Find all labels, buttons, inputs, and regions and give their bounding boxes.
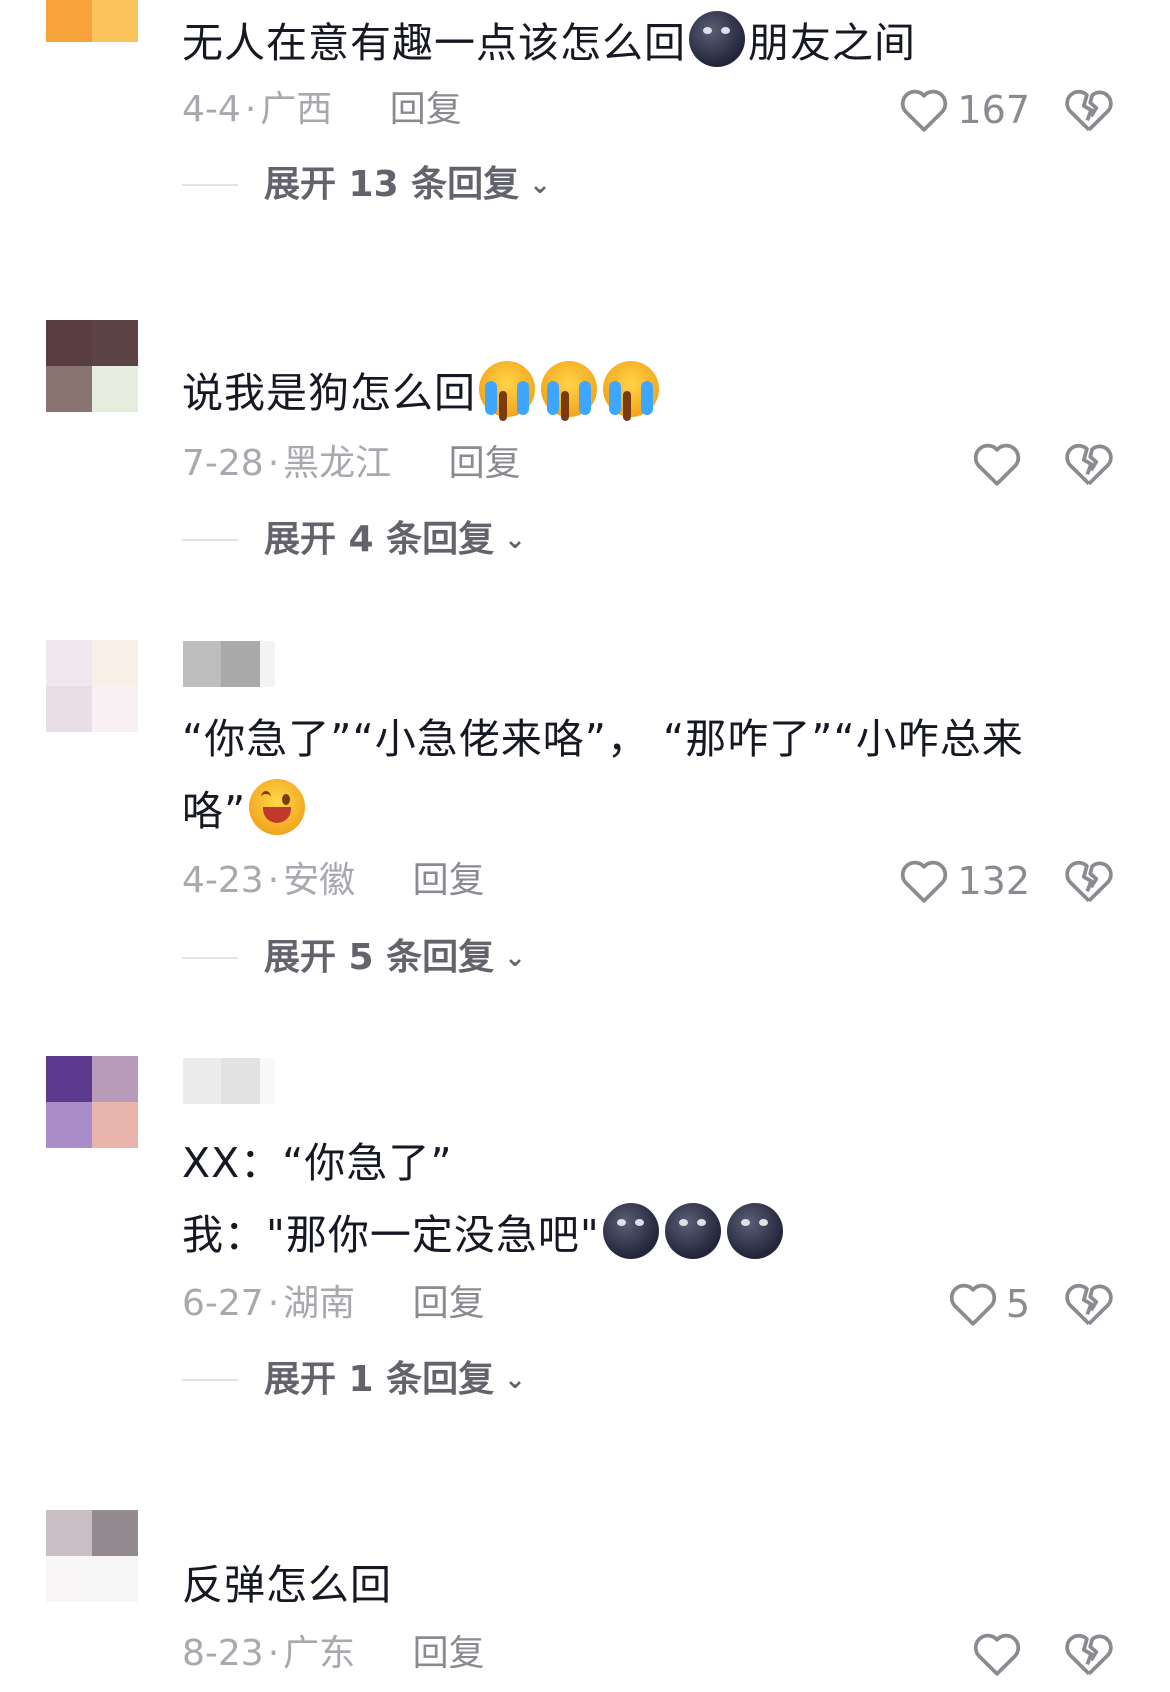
comment-text: “你急了”“小急佬来咯”， “那咋了”“小咋总来 咯” bbox=[182, 715, 1024, 835]
comment-text: 说我是狗怎么回 bbox=[182, 357, 1082, 429]
comment-date: 8-23 bbox=[182, 1633, 264, 1674]
heart-icon bbox=[901, 89, 948, 132]
broken-heart-icon bbox=[1065, 89, 1113, 132]
like-count: 132 bbox=[957, 859, 1030, 903]
comment-meta: 7-28 · 黑龙江 回复 bbox=[182, 443, 521, 484]
broken-heart-icon bbox=[1065, 860, 1113, 903]
reply-button[interactable]: 回复 bbox=[449, 443, 521, 484]
like-count: 5 bbox=[1005, 1282, 1030, 1326]
comment-location: 广西 bbox=[260, 89, 333, 130]
avatar[interactable] bbox=[46, 640, 138, 732]
divider bbox=[182, 1379, 238, 1381]
reply-button[interactable]: 回复 bbox=[390, 89, 462, 130]
comment-date: 7-28 bbox=[182, 443, 264, 484]
expand-replies-button[interactable]: 展开 13 条回复 ⌄ bbox=[182, 157, 551, 213]
comment-meta: 4-23 · 安徽 回复 bbox=[182, 860, 485, 901]
dislike-button[interactable] bbox=[1064, 1626, 1114, 1682]
reply-button[interactable]: 回复 bbox=[413, 1283, 485, 1324]
like-button[interactable] bbox=[972, 436, 1030, 492]
like-button[interactable]: 5 bbox=[948, 1276, 1030, 1332]
comment-date: 4-4 bbox=[182, 89, 241, 130]
expand-replies-button[interactable]: 展开 5 条回复 ⌄ bbox=[182, 930, 526, 986]
heart-icon bbox=[973, 443, 1021, 486]
chevron-down-icon: ⌄ bbox=[504, 943, 526, 973]
divider bbox=[182, 184, 238, 186]
comment-meta: 4-4 · 广西 回复 bbox=[182, 89, 462, 130]
moon-emoji-icon bbox=[602, 1203, 659, 1259]
comment-location: 广东 bbox=[283, 1633, 356, 1674]
dislike-button[interactable] bbox=[1064, 436, 1114, 492]
comment-text: XX：“你急了” 我："那你一定没急吧" bbox=[182, 1127, 1082, 1271]
dislike-button[interactable] bbox=[1064, 853, 1114, 909]
comment-text: 无人在意有趣一点该怎么回 朋友之间 bbox=[182, 7, 1082, 79]
chevron-down-icon: ⌄ bbox=[504, 525, 526, 555]
heart-icon bbox=[901, 860, 948, 903]
comment-text: 反弹怎么回 bbox=[182, 1561, 392, 1609]
expand-replies-button[interactable]: 展开 1 条回复 ⌄ bbox=[182, 1352, 526, 1408]
like-button[interactable]: 132 bbox=[899, 853, 1030, 909]
moon-emoji-icon bbox=[726, 1203, 783, 1259]
avatar[interactable] bbox=[46, 320, 138, 412]
comment-location: 黑龙江 bbox=[283, 443, 392, 484]
heart-icon bbox=[949, 1283, 996, 1326]
chevron-down-icon: ⌄ bbox=[529, 170, 551, 200]
heart-icon bbox=[973, 1633, 1021, 1676]
comment-date: 4-23 bbox=[182, 860, 264, 901]
comment-date: 6-27 bbox=[182, 1283, 264, 1324]
expand-replies-button[interactable]: 展开 4 条回复 ⌄ bbox=[182, 512, 526, 568]
chevron-down-icon: ⌄ bbox=[504, 1365, 526, 1395]
comment-meta: 6-27 · 湖南 回复 bbox=[182, 1283, 485, 1324]
like-count: 167 bbox=[957, 88, 1030, 132]
broken-heart-icon bbox=[1065, 443, 1113, 486]
like-button[interactable] bbox=[972, 1626, 1030, 1682]
reply-button[interactable]: 回复 bbox=[413, 1633, 485, 1674]
avatar[interactable] bbox=[46, 0, 138, 42]
comment-meta: 8-23 · 广东 回复 bbox=[182, 1633, 485, 1674]
divider bbox=[182, 957, 238, 959]
moon-emoji-icon bbox=[664, 1203, 721, 1259]
divider bbox=[182, 539, 238, 541]
laughing-emoji-icon bbox=[249, 779, 306, 835]
moon-emoji-icon bbox=[689, 11, 745, 67]
broken-heart-icon bbox=[1065, 1283, 1113, 1326]
dislike-button[interactable] bbox=[1064, 1276, 1114, 1332]
crying-emoji-icon bbox=[541, 361, 597, 417]
avatar[interactable] bbox=[46, 1510, 138, 1602]
dislike-button[interactable] bbox=[1064, 82, 1114, 138]
avatar[interactable] bbox=[46, 1056, 138, 1148]
comment-location: 湖南 bbox=[283, 1283, 356, 1324]
reply-button[interactable]: 回复 bbox=[413, 860, 485, 901]
username-blurred[interactable] bbox=[183, 641, 275, 687]
crying-emoji-icon bbox=[603, 361, 659, 417]
username-blurred[interactable] bbox=[183, 1058, 275, 1104]
broken-heart-icon bbox=[1065, 1633, 1113, 1676]
comment-location: 安徽 bbox=[283, 860, 356, 901]
crying-emoji-icon bbox=[479, 361, 535, 417]
like-button[interactable]: 167 bbox=[899, 82, 1030, 138]
